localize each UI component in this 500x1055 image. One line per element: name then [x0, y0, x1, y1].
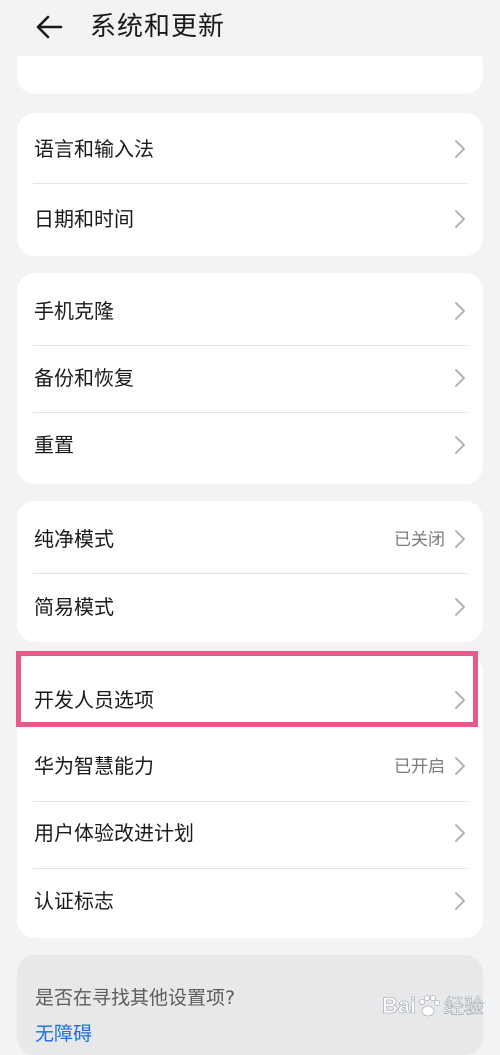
chevron-right-icon: [455, 824, 465, 842]
row-label: 用户体验改进计划: [34, 821, 194, 845]
row-label: 备份和恢复: [34, 366, 134, 390]
row-label: 认证标志: [34, 889, 114, 913]
chevron-right-icon: [455, 530, 465, 548]
arrow-left-icon: [36, 15, 63, 39]
row-label: 手机克隆: [34, 299, 114, 323]
baidu-watermark: Bai 经验: [380, 985, 500, 1025]
row-simple-mode[interactable]: 简易模式: [17, 574, 483, 642]
row-date-time[interactable]: 日期和时间: [17, 184, 483, 256]
svg-text:Bai: Bai: [382, 993, 416, 1018]
row-certification-marks[interactable]: 认证标志: [17, 869, 483, 938]
chevron-right-icon: [455, 140, 465, 158]
top-bar: 系统和更新: [0, 0, 500, 56]
row-pure-mode[interactable]: 纯净模式 已关闭: [17, 501, 483, 573]
suggestion-question: 是否在寻找其他设置项?: [35, 987, 236, 1009]
row-language-input[interactable]: 语言和输入法: [17, 113, 483, 183]
settings-card-3: 纯净模式 已关闭 简易模式: [17, 501, 483, 642]
status-value: 已关闭: [394, 530, 445, 550]
chevron-right-icon: [455, 757, 465, 775]
svg-text:经验: 经验: [444, 994, 484, 1018]
row-label: 日期和时间: [34, 207, 134, 231]
row-experience-program[interactable]: 用户体验改进计划: [17, 802, 483, 868]
chevron-right-icon: [455, 436, 465, 454]
back-button[interactable]: [30, 10, 70, 44]
settings-card-1: 语言和输入法 日期和时间: [17, 113, 483, 256]
row-reset[interactable]: 重置: [17, 413, 483, 484]
page-title: 系统和更新: [90, 12, 226, 42]
chevron-right-icon: [455, 302, 465, 320]
row-backup-restore[interactable]: 备份和恢复: [17, 346, 483, 412]
chevron-right-icon: [455, 892, 465, 910]
row-label: 简易模式: [34, 595, 114, 619]
chevron-right-icon: [455, 369, 465, 387]
row-phone-clone[interactable]: 手机克隆: [17, 273, 483, 345]
row-label: 华为智慧能力: [34, 754, 154, 778]
row-label: 纯净模式: [34, 527, 114, 551]
chevron-right-icon: [455, 598, 465, 616]
chevron-right-icon: [455, 210, 465, 228]
row-label: 重置: [34, 433, 74, 457]
row-huawei-ai[interactable]: 华为智慧能力 已开启: [17, 734, 483, 801]
baidu-paw-icon: Bai 经验: [382, 993, 485, 1019]
highlight-box: [16, 651, 478, 727]
settings-card-2: 手机克隆 备份和恢复 重置: [17, 273, 483, 484]
row-label: 语言和输入法: [34, 137, 154, 161]
status-value: 已开启: [394, 757, 445, 777]
